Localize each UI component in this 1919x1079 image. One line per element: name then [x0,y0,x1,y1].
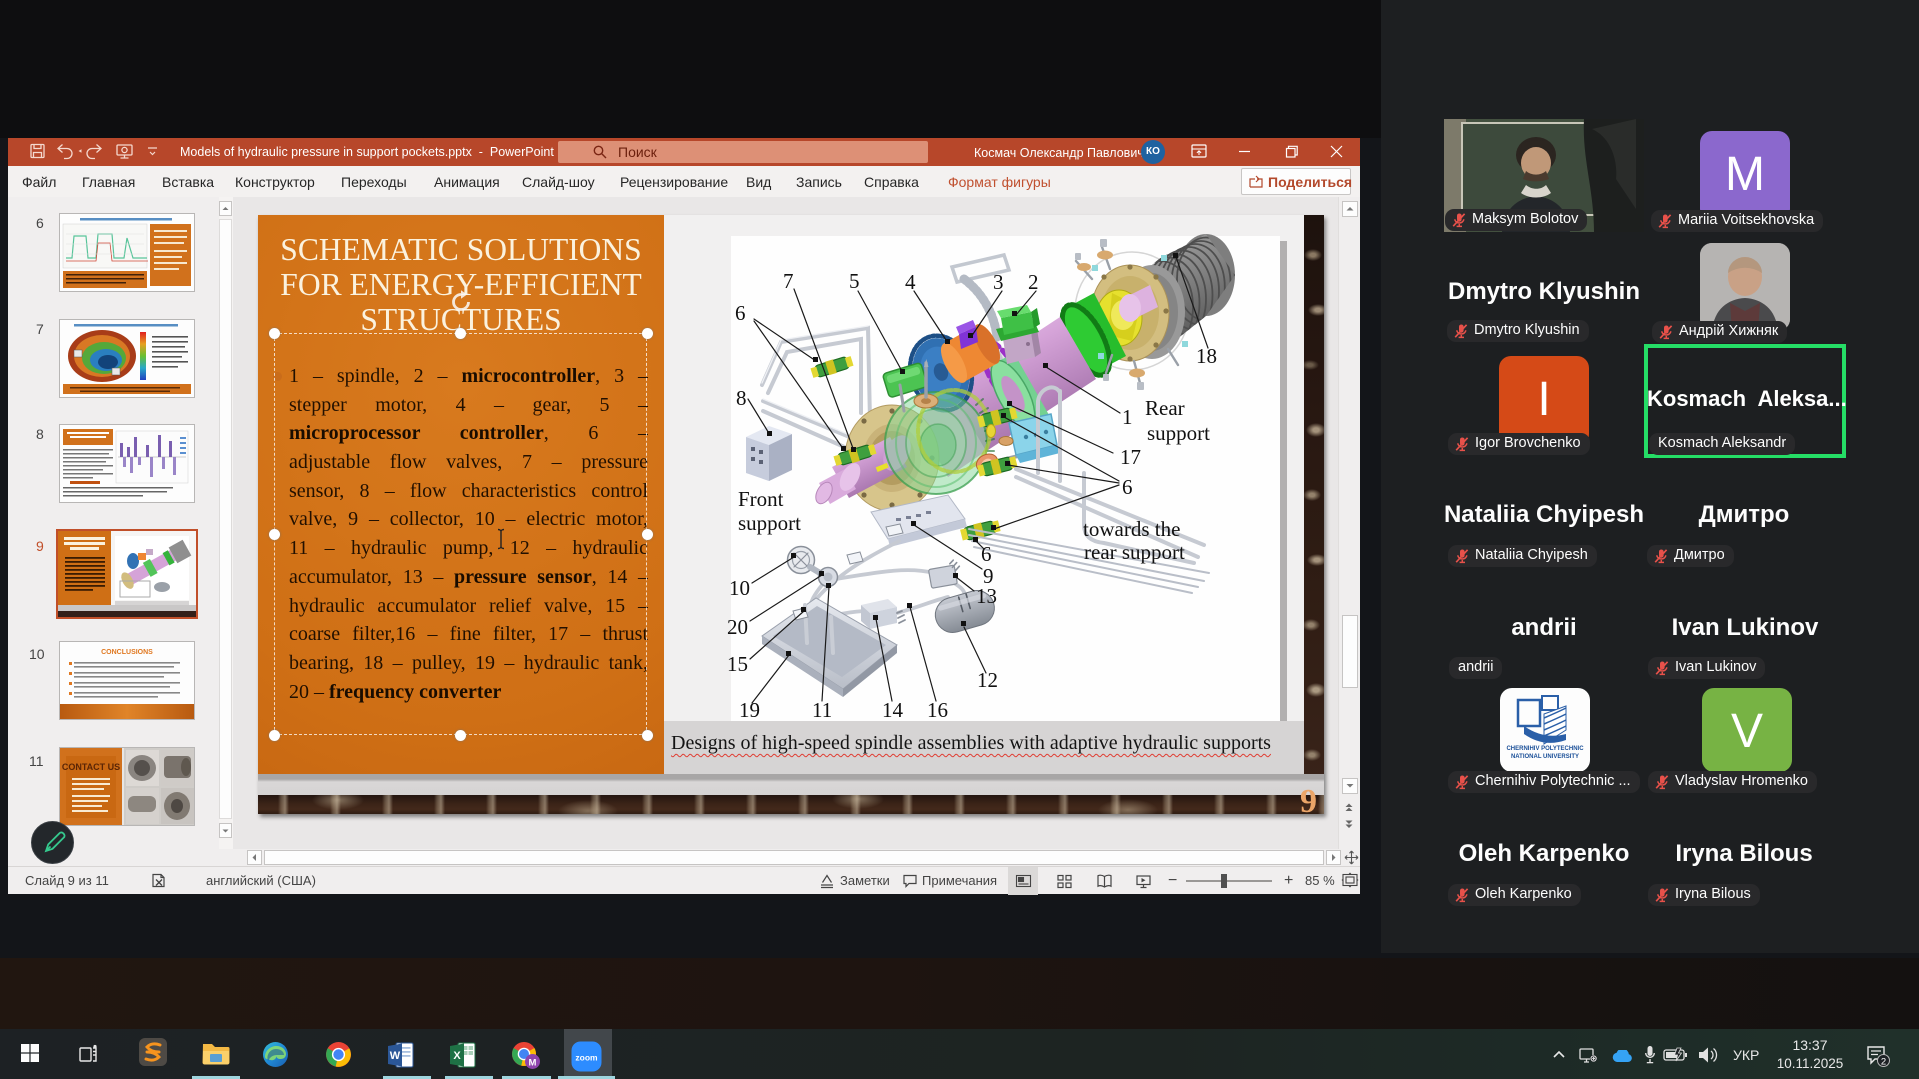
svg-text:Rear: Rear [1145,396,1185,420]
svg-text:2: 2 [1028,270,1039,294]
svg-text:13: 13 [976,584,997,608]
svg-text:18: 18 [1196,344,1217,368]
svg-text:CHERNIHIV POLYTECHNIC: CHERNIHIV POLYTECHNIC [1506,746,1584,752]
svg-text:2: 2 [1881,1056,1886,1067]
svg-text:6: 6 [1122,475,1133,499]
svg-text:11: 11 [812,698,832,721]
svg-text:1: 1 [1122,405,1133,429]
svg-text:19: 19 [739,698,760,721]
svg-text:Front: Front [738,487,784,511]
svg-text:support: support [738,511,801,535]
svg-text:rear support: rear support [1084,540,1185,564]
svg-text:zoom: zoom [575,1053,598,1063]
svg-text:W: W [390,1050,401,1062]
svg-text:17: 17 [1120,445,1141,469]
svg-text:NATIONAL UNIVERSITY: NATIONAL UNIVERSITY [1511,754,1579,760]
svg-text:16: 16 [927,698,948,721]
svg-text:CONTACT US: CONTACT US [62,762,120,772]
svg-text:8: 8 [736,386,747,410]
svg-text:14: 14 [882,698,904,721]
svg-text:15: 15 [727,652,748,676]
svg-text:towards the: towards the [1083,517,1180,541]
svg-text:4: 4 [905,270,916,294]
svg-text:M: M [529,1058,537,1069]
svg-text:20: 20 [727,615,748,639]
svg-text:3: 3 [993,270,1004,294]
svg-text:5: 5 [849,269,860,293]
svg-text:support: support [1147,421,1210,445]
svg-text:CONCLUSIONS: CONCLUSIONS [101,649,153,656]
svg-text:X: X [453,1050,461,1062]
svg-text:12: 12 [977,668,998,692]
svg-text:6: 6 [735,301,746,325]
svg-text:10: 10 [729,576,750,600]
svg-text:7: 7 [783,269,794,293]
svg-text:6: 6 [981,542,992,566]
